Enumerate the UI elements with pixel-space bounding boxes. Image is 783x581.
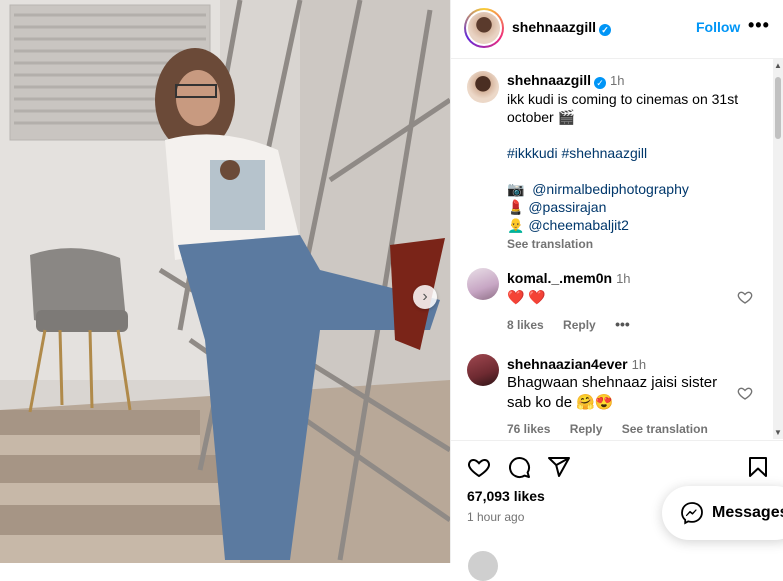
- comment-meta: 76 likes Reply See translation: [507, 422, 724, 436]
- credit-mention-2[interactable]: @passirajan: [528, 199, 606, 215]
- caption-see-translation[interactable]: See translation: [507, 237, 593, 251]
- scroll-up-icon[interactable]: ▲: [774, 61, 782, 70]
- comment-avatar[interactable]: [467, 268, 499, 300]
- comment-meta: 8 likes Reply •••: [507, 316, 646, 332]
- comment-reply-button[interactable]: Reply: [563, 318, 596, 332]
- comment-time: 1h: [616, 271, 631, 286]
- caption-time: 1h: [610, 73, 625, 88]
- comment-more-button[interactable]: •••: [615, 316, 630, 332]
- caption-username[interactable]: shehnaazgill: [507, 72, 591, 88]
- messages-label: Messages: [712, 504, 783, 521]
- credit-emoji-person: 👨‍🦲: [507, 217, 525, 233]
- post-side-panel: shehnaazgill ✓ Follow ••• shehnaazgill ✓ 1h…: [450, 0, 783, 581]
- comment-body: shehnaazian4ever 1h: [507, 354, 737, 375]
- author-username[interactable]: shehnaazgill: [512, 19, 596, 35]
- comment-body: komal._.mem0n 1h: [507, 268, 737, 289]
- messages-button[interactable]: Messages: [662, 486, 783, 540]
- caption-avatar[interactable]: [467, 71, 499, 103]
- chevron-right-icon: ›: [422, 288, 428, 305]
- follow-button[interactable]: Follow: [696, 19, 740, 35]
- like-comment-heart-icon[interactable]: [737, 385, 753, 401]
- post-time[interactable]: 1 hour ago: [467, 510, 524, 524]
- share-icon[interactable]: [547, 455, 571, 479]
- author-avatar[interactable]: [464, 8, 504, 48]
- comment-see-translation[interactable]: See translation: [622, 422, 708, 436]
- comments-list[interactable]: shehnaazgill ✓ 1h ikk kudi is coming to ci…: [451, 59, 771, 439]
- messenger-icon: [681, 502, 703, 525]
- caption-hashtags[interactable]: #ikkkudi #shehnaazgill: [507, 145, 647, 161]
- likes-count[interactable]: 67,093 likes: [467, 488, 545, 504]
- caption: shehnaazgill ✓ 1h ikk kudi is coming to ci…: [507, 71, 757, 253]
- comment-text: ❤️ ❤️: [507, 289, 546, 305]
- comment-time: 1h: [631, 357, 647, 372]
- credit-mention-1[interactable]: @nirmalbediphotography: [532, 181, 689, 197]
- bookmark-icon[interactable]: [746, 455, 770, 479]
- scroll-down-icon[interactable]: ▼: [774, 428, 782, 437]
- photo-illustration: [0, 0, 450, 563]
- comment-reply-button[interactable]: Reply: [570, 422, 603, 436]
- verified-badge-icon: ✓: [594, 77, 607, 89]
- post-header: shehnaazgill ✓ Follow •••: [451, 0, 783, 59]
- comment-icon[interactable]: [507, 455, 531, 479]
- credit-emoji-camera: 📷: [507, 181, 525, 197]
- comment-input-avatar: [468, 551, 498, 581]
- verified-badge-icon: ✓: [599, 24, 612, 36]
- credit-emoji-lipstick: 💄: [507, 199, 525, 215]
- credit-mention-3[interactable]: @cheemabaljit2: [528, 217, 629, 233]
- comment-username[interactable]: shehnaazian4ever: [507, 356, 628, 372]
- avatar-image: [468, 12, 500, 44]
- scrollbar-thumb[interactable]: [775, 77, 781, 139]
- next-photo-button[interactable]: ›: [413, 285, 437, 309]
- comment-avatar[interactable]: [467, 354, 499, 386]
- comments-scrollbar[interactable]: ▲ ▼: [773, 59, 783, 439]
- comment-username[interactable]: komal._.mem0n: [507, 270, 612, 286]
- author-username-row[interactable]: shehnaazgill ✓: [512, 19, 612, 36]
- heart-icon[interactable]: [467, 455, 491, 479]
- more-options-button[interactable]: •••: [748, 15, 770, 36]
- comment-text: Bhagwaan shehnaaz jaisi sister sab ko de…: [507, 374, 718, 411]
- caption-text: ikk kudi is coming to cinemas on 31st oc…: [507, 91, 739, 125]
- comment-likes[interactable]: 76 likes: [507, 422, 550, 436]
- comment-likes[interactable]: 8 likes: [507, 318, 544, 332]
- post-photo[interactable]: ›: [0, 0, 450, 563]
- like-comment-heart-icon[interactable]: [737, 289, 753, 305]
